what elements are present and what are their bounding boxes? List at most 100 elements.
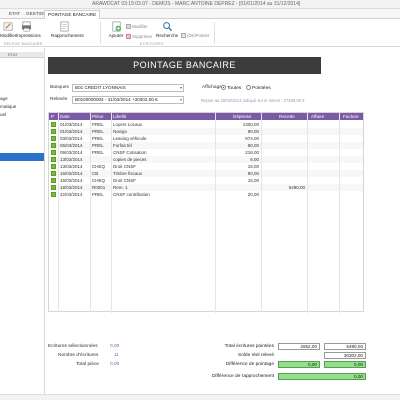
radio-selected-icon [221, 85, 226, 90]
col-header-recette[interactable]: Recette [279, 114, 295, 119]
column-divider [215, 113, 216, 313]
title-bar: ARAWDCAT 03:15:03.07 - DEMOS - MARC ANTO… [0, 0, 400, 9]
ribbon-separator [100, 22, 101, 44]
cell-piece: R0001 [92, 184, 106, 190]
tab-pointage-bancaire[interactable]: POINTAGE BANCAIRE [44, 10, 101, 19]
diff-rapprochement-label: Différence de rapprochement [211, 374, 274, 379]
col-header-depense[interactable]: Dépense [233, 114, 251, 119]
ecritures-table: P Date Pièce Libellé Dépense Recette Aff… [48, 112, 364, 313]
pointed-checkbox[interactable] [51, 149, 56, 155]
radio-toutes[interactable]: Toutes [221, 85, 241, 91]
cell-depense: 6,00 [250, 156, 259, 162]
left-panel-selected-item[interactable] [0, 153, 44, 161]
table-row[interactable]: 05/03/2014 PREL Forfait tél 90,00 [49, 142, 363, 149]
table-row[interactable]: 01/03/2014 PREL Navigo 90,00 [49, 128, 363, 135]
edit-icon [3, 22, 12, 31]
cell-date: 16/03/2014 [60, 170, 83, 176]
cell-date: 22/03/2014 [60, 191, 83, 197]
table-row[interactable]: 22/03/2014 PREL CNSF contribution 20,00 [49, 191, 363, 198]
report-note: Report au 28/02/2014 indiqué sur le rele… [201, 98, 305, 103]
column-divider [90, 113, 91, 313]
group-label-ecritures: ECRITURES [140, 42, 164, 46]
pointed-checkbox[interactable] [51, 177, 56, 183]
modifier-releve-button[interactable]: Modifier [0, 21, 16, 38]
cell-piece: CB [92, 170, 99, 176]
cell-depense: 90,00 [247, 170, 259, 176]
rapprochement-button[interactable]: Rapprochement [51, 21, 84, 38]
banque-select[interactable]: B01 CREDIT LYONNAIS ▾ [72, 84, 184, 92]
pointed-checkbox[interactable] [51, 121, 56, 127]
pointed-checkbox[interactable] [51, 128, 56, 134]
column-divider [111, 113, 112, 313]
totals-footer: Ecritures sélectionnées 0,00 Nombre d'éc… [48, 334, 366, 384]
pointed-checkbox[interactable] [51, 191, 56, 197]
diff-pointage-label: Différence de pointage [225, 362, 274, 367]
check-icon [181, 33, 186, 39]
impressions-button[interactable]: Impressions [16, 21, 41, 38]
recherche-button[interactable]: Recherche [156, 21, 178, 38]
supprimer-button[interactable]: Supprimer [126, 34, 152, 40]
table-row[interactable]: 18/03/2014 R0001 Rem. 1 5490,00 [49, 184, 363, 191]
cell-depense: 216,00 [245, 149, 259, 155]
left-panel-item[interactable]: uel [0, 112, 6, 117]
cell-date: 13/03/2014 [60, 163, 83, 169]
solde-reel-value: 30302,00 [324, 352, 366, 359]
cell-libelle: CNSF contribution [113, 191, 150, 197]
delete-icon [126, 34, 131, 40]
col-header-libelle[interactable]: Libellé [113, 114, 126, 119]
pointed-checkbox[interactable] [51, 135, 56, 141]
table-row[interactable]: 09/03/2014 PREL CNSF Cotisation 216,00 [49, 149, 363, 156]
cell-date: 01/03/2014 [60, 121, 83, 127]
modifier-button[interactable]: Modifier [126, 24, 148, 30]
diff-rapprochement-value: 0,00 [278, 373, 366, 380]
affichage-label: Affichage [202, 85, 222, 90]
cell-depense: 90,00 [247, 128, 259, 134]
col-header-affaire[interactable]: Affaire [311, 114, 324, 119]
col-header-p[interactable]: P [51, 114, 54, 119]
tab-etat[interactable]: ETAT [6, 10, 23, 19]
cell-libelle: Navigo [113, 128, 128, 134]
left-panel-item[interactable]: matique [0, 104, 16, 109]
cell-piece: PREL [92, 149, 104, 155]
printer-icon [21, 21, 31, 32]
table-row[interactable]: 13/03/2014 copies de pieces 6,00 [49, 156, 363, 163]
table-row[interactable]: 16/03/2014 CB Timbre fiscaux 90,00 [49, 170, 363, 177]
cell-depense: 20,00 [247, 191, 259, 197]
cell-date: 13/03/2014 [60, 156, 83, 162]
pointed-checkbox[interactable] [51, 142, 56, 148]
table-row[interactable]: 03/03/2014 PREL Leasing véhicule 874,00 [49, 135, 363, 142]
column-divider [307, 113, 308, 313]
nombre-ecritures-value: 11 [114, 353, 119, 358]
radio-unselected-icon [246, 85, 251, 90]
ajouter-button[interactable]: Ajouter [108, 21, 124, 38]
cell-date: 18/03/2014 [60, 184, 83, 190]
releve-select[interactable]: B0100000004 - 31/03/2014 +30302,00 € ▾ [72, 96, 184, 104]
col-header-facture[interactable]: Facture [343, 114, 359, 119]
cell-depense: 15,00 [247, 177, 259, 183]
cell-recette: 5490,00 [288, 184, 305, 190]
col-header-piece[interactable]: Pièce [92, 114, 104, 119]
pointed-checkbox[interactable] [51, 170, 56, 176]
table-row[interactable]: 16/03/2014 CHEQ Droit CNSF 15,00 [49, 177, 363, 184]
left-panel-header: ETAT [0, 52, 45, 58]
radio-pointees[interactable]: Pointées [246, 85, 271, 91]
nombre-ecritures-label: Nombre d'écritures [58, 353, 99, 358]
page-title: POINTAGE BANCAIRE [48, 57, 321, 74]
cell-piece: PREL [92, 142, 104, 148]
table-row[interactable]: 13/03/2014 CHEQ Droit CNSF 15,00 [49, 163, 363, 170]
document-icon [60, 21, 68, 32]
cell-date: 03/03/2014 [60, 135, 83, 141]
cell-piece: PREL [92, 128, 104, 134]
pointed-checkbox[interactable] [51, 163, 56, 169]
total-pointees-recette: 5490,00 [324, 343, 366, 350]
pointed-checkbox[interactable] [51, 184, 56, 190]
diff-pointage-depense: 0,00 [278, 361, 320, 368]
table-row[interactable]: 01/03/2014 PREL Loyers Locaux 1300,00 [49, 121, 363, 128]
ecritures-selectionnees-label: Ecritures sélectionnées [48, 344, 98, 349]
depointer-button[interactable]: (Dé)Pointer [181, 33, 209, 39]
left-panel-item[interactable]: age [0, 96, 8, 101]
cell-libelle: CNSF Cotisation [113, 149, 147, 155]
cell-piece: PREL [92, 135, 104, 141]
col-header-date[interactable]: Date [60, 114, 70, 119]
pointed-checkbox[interactable] [51, 156, 56, 162]
